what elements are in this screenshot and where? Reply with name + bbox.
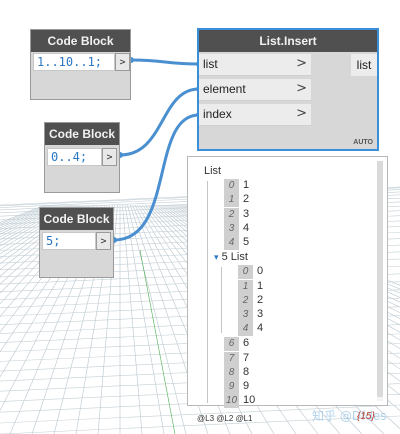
chevron-right-icon: > <box>296 81 307 96</box>
node-title[interactable]: List.Insert <box>199 30 377 52</box>
output-port-list[interactable]: list <box>351 54 377 76</box>
list-item: 45 <box>224 235 249 250</box>
item-count: {15} <box>357 411 375 422</box>
code-block-node-1[interactable]: Code Block 1..10..1; > <box>30 29 131 100</box>
port-label: element <box>203 82 246 96</box>
code-input[interactable]: 1..10..1; <box>33 53 115 71</box>
output-port[interactable]: > <box>115 53 130 71</box>
list-item: 99 <box>224 379 249 394</box>
watermark: 知乎 @Dfdes <box>312 409 387 423</box>
node-title[interactable]: Code Block <box>31 30 130 52</box>
input-port-index[interactable]: index > <box>199 104 311 126</box>
input-port-element[interactable]: element > <box>199 79 311 101</box>
node-title[interactable]: Code Block <box>45 123 119 145</box>
list-root-label: List <box>204 165 222 177</box>
list-item: 34 <box>224 221 249 236</box>
scrollbar[interactable] <box>377 161 383 401</box>
list-item: 66 <box>224 336 249 351</box>
code-block-node-2[interactable]: Code Block 0..4; > <box>44 122 120 193</box>
sublist-item: 44 <box>238 321 263 336</box>
port-label: list <box>203 57 218 71</box>
list-item: 01 <box>224 178 249 193</box>
code-input[interactable]: 0..4; <box>47 148 102 166</box>
list-insert-node[interactable]: List.Insert list > element > index > lis… <box>197 28 379 151</box>
wire-list[interactable] <box>130 58 200 66</box>
chevron-right-icon: > <box>296 56 307 71</box>
sublist-item: 22 <box>238 293 263 308</box>
list-item: 77 <box>224 351 249 366</box>
sublist-header[interactable]: ▾ 5 List <box>214 250 248 264</box>
watch-preview-panel[interactable]: List 01 12 23 34 45 ▾ 5 List 00 11 22 33… <box>187 156 388 408</box>
list-item: 12 <box>224 192 249 207</box>
code-block-node-3[interactable]: Code Block 5; > <box>39 207 114 278</box>
port-label: index <box>203 107 232 121</box>
sublist-item: 11 <box>238 279 263 294</box>
input-port-list[interactable]: list > <box>199 54 311 76</box>
code-input[interactable]: 5; <box>42 232 96 250</box>
node-title[interactable]: Code Block <box>40 208 113 230</box>
sublist-item: 00 <box>238 264 263 279</box>
tree-guide-line <box>221 267 222 333</box>
list-item: 10 10 <box>224 394 256 408</box>
list-levels-label[interactable]: @L3 @L2 @L1 <box>197 414 253 423</box>
list-item: 88 <box>224 365 249 380</box>
wire-element[interactable] <box>119 87 200 157</box>
lacing-indicator[interactable]: AUTO <box>353 139 373 146</box>
list-item: 23 <box>224 207 249 222</box>
chevron-down-icon[interactable]: ▾ <box>214 252 219 262</box>
scrollbar-thumb[interactable] <box>377 161 383 397</box>
tree-guide-line <box>207 181 208 403</box>
chevron-right-icon: > <box>296 106 307 121</box>
output-port[interactable]: > <box>102 148 117 166</box>
sublist-item: 33 <box>238 307 263 322</box>
output-port[interactable]: > <box>96 232 111 250</box>
